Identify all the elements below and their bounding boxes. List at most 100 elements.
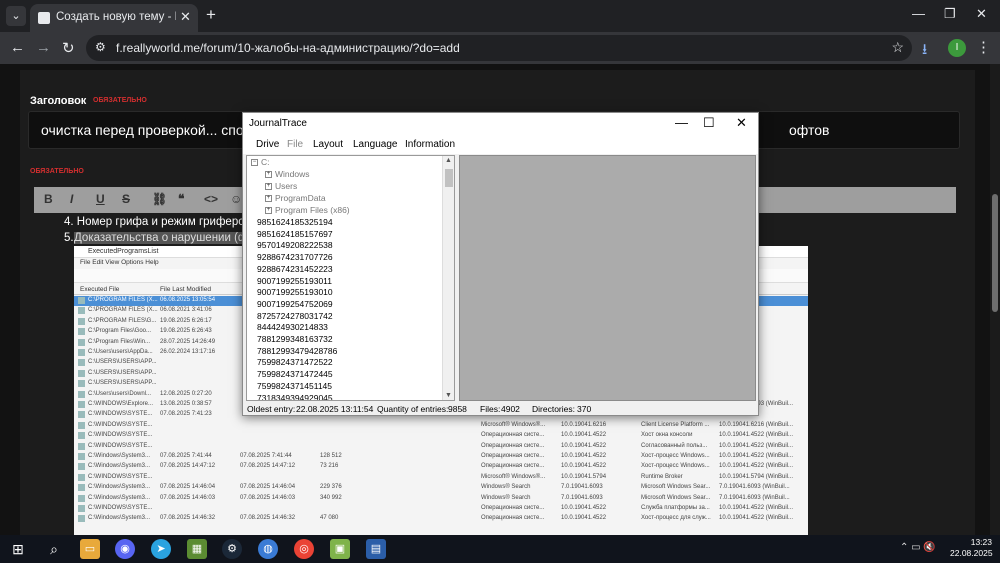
profile-avatar[interactable]: I <box>948 39 966 57</box>
tab-close-icon[interactable]: ✕ <box>180 9 191 25</box>
expand-icon[interactable]: + <box>265 183 272 191</box>
tree-folder[interactable]: + Program Files (x86) <box>265 205 350 215</box>
tab-search-chevron-icon[interactable]: ⌄ <box>6 6 26 26</box>
tree-entry[interactable]: 7881299347942878​6 <box>257 346 337 356</box>
clock[interactable]: 13:23 22.08.2025 <box>950 537 993 559</box>
menu-file[interactable]: File <box>287 139 303 150</box>
tree-entry[interactable]: 9007199254752069 <box>257 299 333 309</box>
journaltrace-taskbar-icon[interactable]: ▤ <box>366 539 386 559</box>
quote-icon[interactable]: ❝ <box>178 192 184 206</box>
discord-icon[interactable]: ◉ <box>115 539 135 559</box>
expand-icon[interactable]: + <box>265 171 272 179</box>
site-info-icon[interactable]: ⚙ <box>95 40 106 54</box>
embedded-cell: C:\Windows\System3... <box>88 484 151 491</box>
minecraft-launcher-icon[interactable]: ▣ <box>330 539 350 559</box>
embedded-cell: 7.0.19041.6093 <box>561 484 603 491</box>
tree-folder[interactable]: + Windows <box>265 169 309 179</box>
tree-entry[interactable]: 9851624185325194 <box>257 217 333 227</box>
jt-close-icon[interactable]: ✕ <box>736 115 747 131</box>
expand-icon[interactable]: + <box>265 195 272 203</box>
windows-taskbar: ⊞ ⌕ ▭ ◉ ➤ ▦ ⚙ ◍ ◎ ▣ ▤ ⌃ ▭ 🔇 13:23 22.08.… <box>0 535 1000 563</box>
link-icon[interactable]: ⛓ <box>152 192 167 206</box>
embedded-cell: Microsoft® Windows®... <box>481 421 546 428</box>
tree-entry[interactable]: 8725724278031742 <box>257 311 333 321</box>
page-scroll-thumb[interactable] <box>992 194 998 312</box>
italic-button[interactable]: I <box>70 192 73 206</box>
embedded-cell: 12.08.2025 0:27:20 <box>160 390 212 397</box>
search-icon[interactable]: ⌕ <box>44 539 64 559</box>
tree-entry[interactable]: 9288674231452223 <box>257 264 333 274</box>
embedded-cell: 10.0.19041.6216 (WinBuil... <box>719 421 794 428</box>
embedded-cell: C:\Program Files\Goo... <box>88 328 152 335</box>
tree-entry[interactable]: 7318349394929045 <box>257 393 333 401</box>
journal-tree[interactable]: − C: + Windows + Users + ProgramData + Program F… <box>246 155 455 401</box>
tree-folder[interactable]: + ProgramData <box>265 193 326 203</box>
minimize-icon[interactable]: — <box>912 6 925 21</box>
telegram-icon[interactable]: ➤ <box>151 539 171 559</box>
embedded-row: C:\WINDOWS\SYSTE... Операционная систе...… <box>74 504 808 514</box>
col-last-modified: File Last Modified <box>160 286 211 293</box>
address-bar[interactable]: ⚙ f.reallyworld.me/forum/10-жалобы-на-ад… <box>86 35 912 61</box>
menu-layout[interactable]: Layout <box>313 139 343 150</box>
jt-maximize-icon[interactable]: ☐ <box>703 115 715 131</box>
code-icon[interactable]: <> <box>204 192 218 206</box>
embedded-cell: Windows® Search <box>481 494 531 501</box>
embedded-cell: Согласованный польз... <box>641 442 708 449</box>
menu-drive[interactable]: Drive <box>256 139 279 150</box>
tree-entry[interactable]: 7599824371451145 <box>257 381 332 391</box>
steam-icon[interactable]: ⚙ <box>222 539 242 559</box>
scroll-thumb[interactable] <box>445 169 453 187</box>
close-window-icon[interactable]: ✕ <box>976 6 987 22</box>
emoji-icon[interactable]: ☺ <box>230 192 242 206</box>
embedded-cell: 10.0.19041.4522 <box>561 515 607 522</box>
tree-entry[interactable]: 9007199255193011 <box>257 276 332 286</box>
scroll-up-icon[interactable]: ▲ <box>445 157 452 164</box>
tree-scrollbar[interactable]: ▲ ▼ <box>442 156 454 400</box>
embedded-cell: C:\Windows\System3... <box>88 463 151 470</box>
restore-icon[interactable]: ❐ <box>944 6 956 22</box>
download-icon[interactable]: ⭳ <box>922 39 927 64</box>
menu-language[interactable]: Language <box>353 139 398 150</box>
more-menu-icon[interactable]: ⋮ <box>976 38 991 56</box>
file-icon <box>78 453 85 460</box>
forward-icon[interactable]: → <box>36 39 51 56</box>
start-icon[interactable]: ⊞ <box>8 539 28 559</box>
scroll-down-icon[interactable]: ▼ <box>445 392 452 399</box>
url-text[interactable]: f.reallyworld.me/forum/10-жалобы-на-адми… <box>116 41 460 55</box>
file-explorer-icon[interactable]: ▭ <box>80 539 100 559</box>
embedded-row: C:\Windows\System3... 07.08.2025 14:46:32… <box>74 514 808 524</box>
underline-button[interactable]: U <box>96 192 105 206</box>
embedded-cell: 06.08.2025 13:05:54 <box>160 297 216 303</box>
new-tab-icon[interactable]: + <box>206 5 216 25</box>
tree-entry[interactable]: 9007199255193010 <box>257 287 333 297</box>
embedded-cell: C:\Program Files\Win... <box>88 338 151 345</box>
tree-root[interactable]: − C: <box>251 157 270 167</box>
reload-icon[interactable]: ↻ <box>62 39 75 57</box>
page-scrollbar[interactable] <box>990 64 1000 535</box>
tree-folder[interactable]: + Users <box>265 181 297 191</box>
bold-button[interactable]: B <box>44 192 53 206</box>
embedded-row: C:\WINDOWS\SYSTE... Microsoft® Windows®..… <box>74 421 808 431</box>
browser-tab[interactable]: Создать новую тему - ReallyW ✕ <box>30 4 198 32</box>
tree-entry[interactable]: 844424930214833 <box>257 322 328 332</box>
globe-app-icon[interactable]: ◍ <box>258 539 278 559</box>
expand-icon[interactable]: + <box>265 207 272 215</box>
bookmark-star-icon[interactable]: ☆ <box>891 39 904 56</box>
tree-entry[interactable]: 7599824371472522 <box>257 357 333 367</box>
chrome-icon[interactable]: ◎ <box>294 539 314 559</box>
required-badge: ОБЯЗАТЕЛЬНО <box>93 97 147 104</box>
minecraft-icon[interactable]: ▦ <box>187 539 207 559</box>
embedded-cell: Операционная систе... <box>481 442 545 449</box>
menu-information[interactable]: Information <box>405 139 455 150</box>
tree-entry[interactable]: 7599824371472445 <box>257 369 333 379</box>
embedded-cell: C:\Windows\System3... <box>88 453 151 459</box>
tree-entry[interactable]: 9288674231707726 <box>257 252 333 262</box>
strikethrough-button[interactable]: S <box>122 192 130 206</box>
tree-entry[interactable]: 7881299348163732 <box>257 334 333 344</box>
system-tray[interactable]: ⌃ ▭ 🔇 <box>900 542 936 553</box>
back-icon[interactable]: ← <box>10 39 25 56</box>
embedded-cell: 10.0.19041.4522 (WinBuil... <box>719 453 794 459</box>
tree-entry[interactable]: 9851624185157697 <box>257 229 333 239</box>
jt-minimize-icon[interactable]: — <box>675 115 688 130</box>
tree-entry[interactable]: 9570149208222538 <box>257 240 333 250</box>
